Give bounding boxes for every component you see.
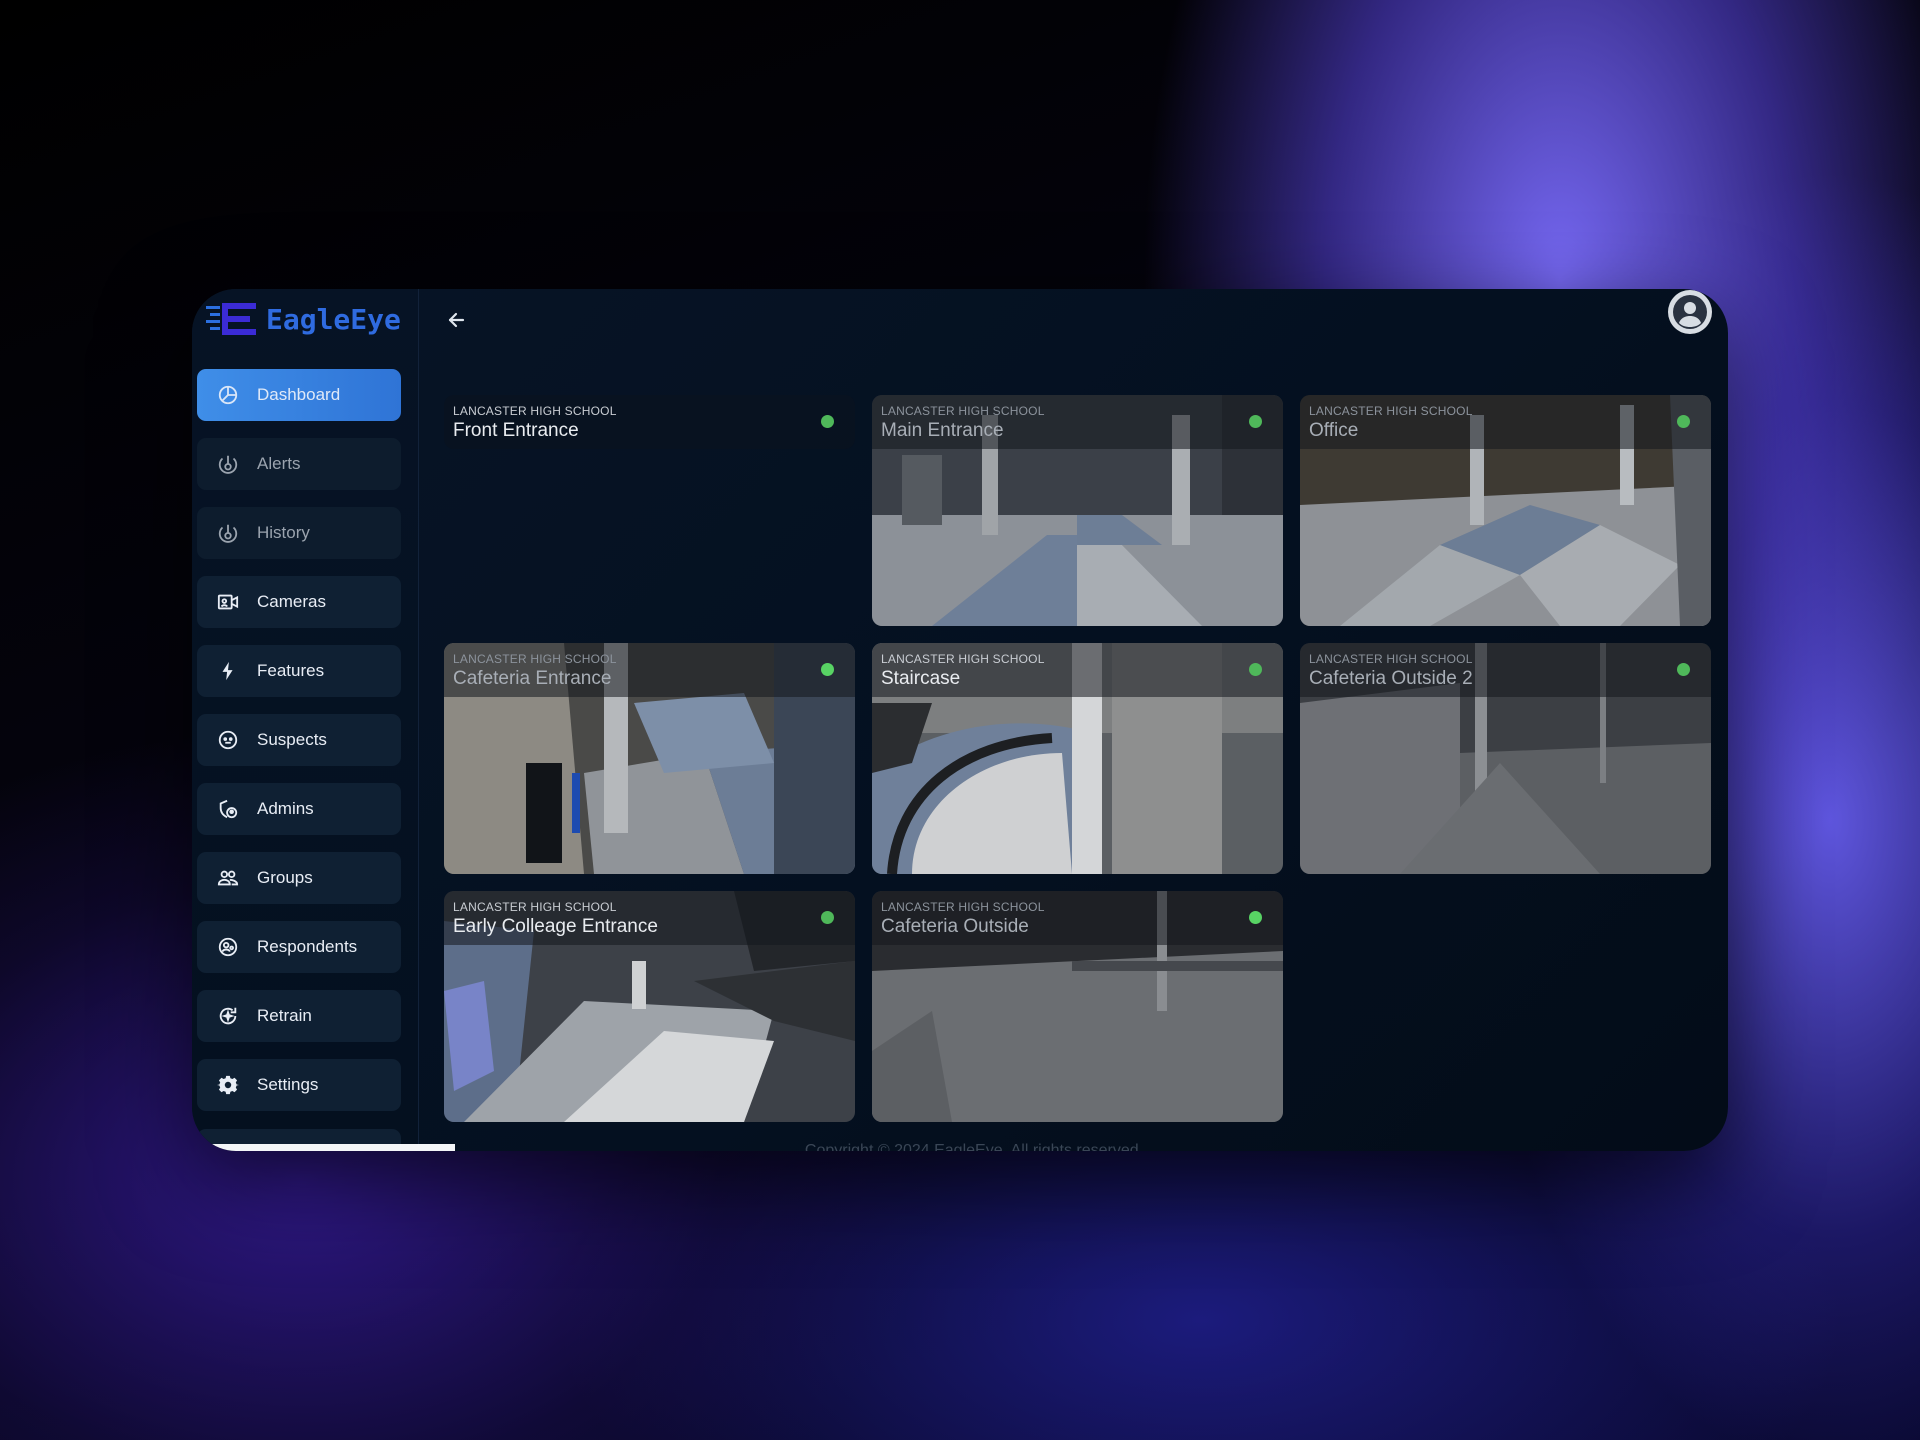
status-online-indicator (1249, 663, 1262, 676)
camera-tile-main-entrance[interactable]: LANCASTER HIGH SCHOOL Main Entrance (872, 395, 1283, 626)
camera-tile-cafeteria-outside-2[interactable]: LANCASTER HIGH SCHOOL Cafeteria Outside … (1300, 643, 1711, 874)
scroll-indicator (192, 1144, 455, 1151)
camera-school: LANCASTER HIGH SCHOOL (453, 404, 617, 418)
sidebar-item-suspects[interactable]: Suspects (197, 714, 401, 766)
sidebar-item-label: Admins (257, 799, 314, 818)
sidebar-item-respondents[interactable]: Respondents (197, 921, 401, 973)
camera-name: Staircase (881, 668, 961, 689)
sidebar-item-dashboard[interactable]: Dashboard (197, 369, 401, 421)
camera-school: LANCASTER HIGH SCHOOL (453, 900, 617, 914)
sidebar-item-label: Dashboard (257, 385, 341, 404)
alert-icon (216, 452, 240, 476)
sidebar-item-label: Groups (257, 868, 313, 887)
camera-icon (216, 590, 240, 614)
camera-school: LANCASTER HIGH SCHOOL (881, 652, 1045, 666)
sidebar-item-label: Suspects (257, 730, 327, 749)
app-window: EagleEye Dashboard Alerts History Camera… (192, 289, 1728, 1151)
sidebar-nav: Dashboard Alerts History Cameras Feature… (197, 369, 401, 1128)
sidebar-item-settings[interactable]: Settings (197, 1059, 401, 1111)
camera-tile-staircase[interactable]: LANCASTER HIGH SCHOOL Staircase (872, 643, 1283, 874)
sidebar-item-label: Retrain (257, 1006, 312, 1025)
user-icon (1670, 292, 1710, 332)
camera-name: Main Entrance (881, 420, 1004, 441)
eagleeye-logo-icon (206, 297, 260, 341)
camera-school: LANCASTER HIGH SCHOOL (1309, 652, 1473, 666)
lightning-icon (216, 659, 240, 683)
user-avatar[interactable] (1668, 290, 1712, 334)
sidebar-item-label: Respondents (257, 937, 358, 956)
status-online-indicator (821, 415, 834, 428)
camera-name: Cafeteria Outside (881, 916, 1029, 937)
camera-tile-cafeteria-entrance[interactable]: LANCASTER HIGH SCHOOL Cafeteria Entrance (444, 643, 855, 874)
sidebar: EagleEye Dashboard Alerts History Camera… (192, 289, 419, 1151)
brand-name: EagleEye (266, 302, 401, 336)
sidebar-item-label: Settings (257, 1075, 319, 1094)
camera-name: Early Colleage Entrance (453, 916, 658, 937)
status-online-indicator (1249, 415, 1262, 428)
sidebar-item-admins[interactable]: Admins (197, 783, 401, 835)
camera-tile-early-colleage-entrance[interactable]: LANCASTER HIGH SCHOOL Early Colleage Ent… (444, 891, 855, 1122)
sidebar-item-cameras[interactable]: Cameras (197, 576, 401, 628)
face-icon (216, 728, 240, 752)
camera-school: LANCASTER HIGH SCHOOL (453, 652, 617, 666)
sidebar-item-features[interactable]: Features (197, 645, 401, 697)
back-button[interactable] (441, 305, 471, 335)
camera-name: Front Entrance (453, 420, 579, 441)
sidebar-item-history[interactable]: History (197, 507, 401, 559)
camera-name: Cafeteria Outside 2 (1309, 668, 1473, 689)
status-online-indicator (1249, 911, 1262, 924)
camera-name: Cafeteria Entrance (453, 668, 612, 689)
gear-icon (216, 1073, 240, 1097)
status-online-indicator (1677, 415, 1690, 428)
arrow-left-icon (448, 312, 465, 328)
retrain-icon (216, 1004, 240, 1028)
camera-tile-cafeteria-outside[interactable]: LANCASTER HIGH SCHOOL Cafeteria Outside (872, 891, 1283, 1122)
sidebar-item-retrain[interactable]: Retrain (197, 990, 401, 1042)
sidebar-item-label: Cameras (257, 592, 326, 611)
admin-shield-icon (216, 797, 240, 821)
camera-tile-front-entrance[interactable]: LANCASTER HIGH SCHOOL Front Entrance (444, 395, 855, 449)
camera-name: Office (1309, 420, 1359, 441)
sidebar-item-label: History (257, 523, 310, 542)
respondent-icon (216, 935, 240, 959)
status-online-indicator (821, 911, 834, 924)
sidebar-item-label: Features (257, 661, 325, 680)
brand-logo[interactable]: EagleEye (206, 297, 401, 341)
dashboard-icon (216, 383, 240, 407)
camera-school: LANCASTER HIGH SCHOOL (1309, 404, 1473, 418)
camera-school: LANCASTER HIGH SCHOOL (881, 404, 1045, 418)
camera-tile-office[interactable]: LANCASTER HIGH SCHOOL Office (1300, 395, 1711, 626)
sidebar-item-groups[interactable]: Groups (197, 852, 401, 904)
sidebar-item-alerts[interactable]: Alerts (197, 438, 401, 490)
group-icon (216, 866, 240, 890)
status-online-indicator (821, 663, 834, 676)
footer-copyright: Copyright © 2024 EagleEye. All rights re… (804, 1142, 1144, 1151)
history-icon (216, 521, 240, 545)
sidebar-item-label: Alerts (257, 454, 301, 473)
status-online-indicator (1677, 663, 1690, 676)
camera-school: LANCASTER HIGH SCHOOL (881, 900, 1045, 914)
